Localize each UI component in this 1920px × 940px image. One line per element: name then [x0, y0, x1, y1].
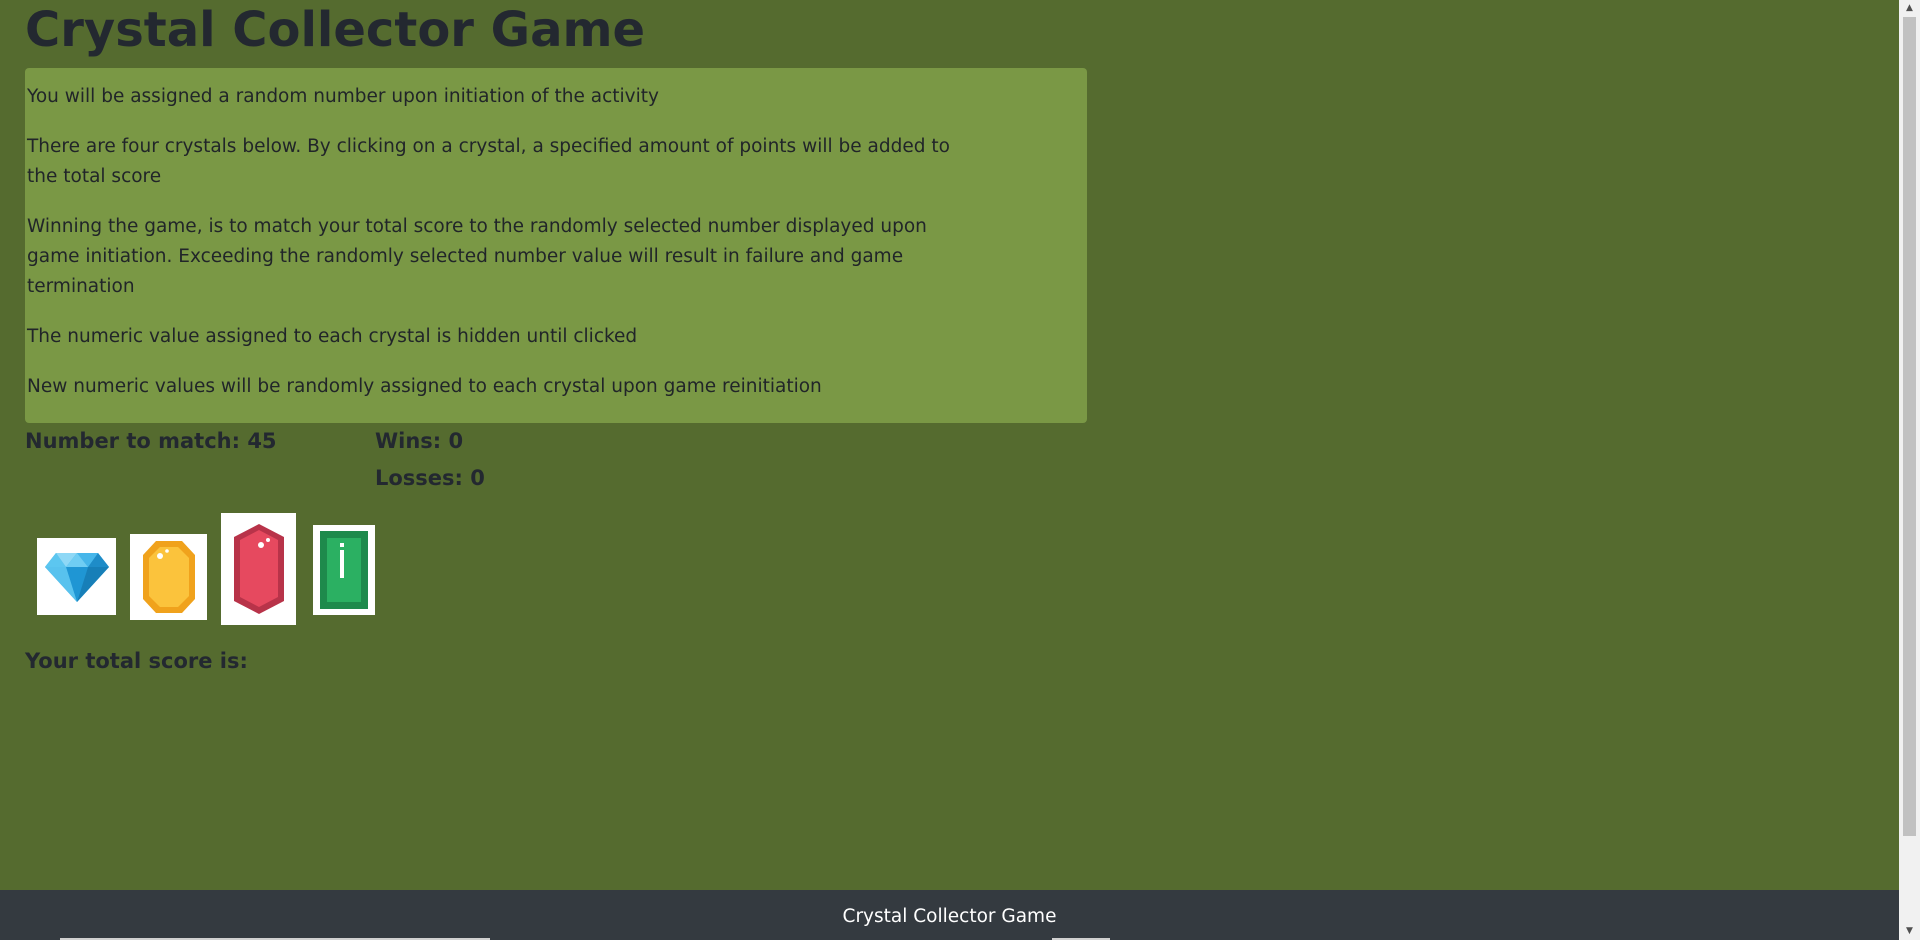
- main-content: Crystal Collector Game You will be assig…: [25, 0, 1087, 423]
- scroll-down-icon[interactable]: ▼: [1899, 923, 1920, 940]
- yellow-gem-icon: [142, 541, 195, 613]
- blue-diamond-icon: [44, 552, 109, 602]
- crystal-red-button[interactable]: [221, 513, 296, 625]
- red-gem-icon: [233, 524, 284, 614]
- footer-text: Crystal Collector Game: [842, 906, 1057, 927]
- vertical-scrollbar[interactable]: ▲ ▼: [1899, 0, 1920, 940]
- instruction-item: There are four crystals below. By clicki…: [27, 136, 950, 187]
- instruction-item: You will be assigned a random number upo…: [27, 86, 659, 107]
- total-score-label: Your total score is:: [25, 649, 248, 673]
- scrollbar-thumb[interactable]: [1903, 17, 1916, 836]
- page: Crystal Collector Game You will be assig…: [0, 0, 1920, 940]
- scroll-up-icon[interactable]: ▲: [1899, 0, 1920, 17]
- instruction-item: The numeric value assigned to each cryst…: [27, 326, 638, 347]
- wins-count: Wins: 0: [375, 429, 464, 453]
- instruction-item: New numeric values will be randomly assi…: [27, 376, 822, 397]
- instructions-panel: You will be assigned a random number upo…: [25, 68, 1087, 423]
- crystal-green-button[interactable]: [313, 525, 375, 615]
- crystal-blue-button[interactable]: [37, 538, 116, 615]
- number-to-match: Number to match: 45: [25, 429, 277, 453]
- page-title: Crystal Collector Game: [25, 2, 646, 58]
- losses-count: Losses: 0: [375, 466, 485, 490]
- instruction-item: Winning the game, is to match your total…: [27, 216, 927, 297]
- footer: Crystal Collector Game: [0, 890, 1899, 940]
- green-gem-icon: [320, 531, 368, 609]
- crystal-yellow-button[interactable]: [130, 534, 207, 620]
